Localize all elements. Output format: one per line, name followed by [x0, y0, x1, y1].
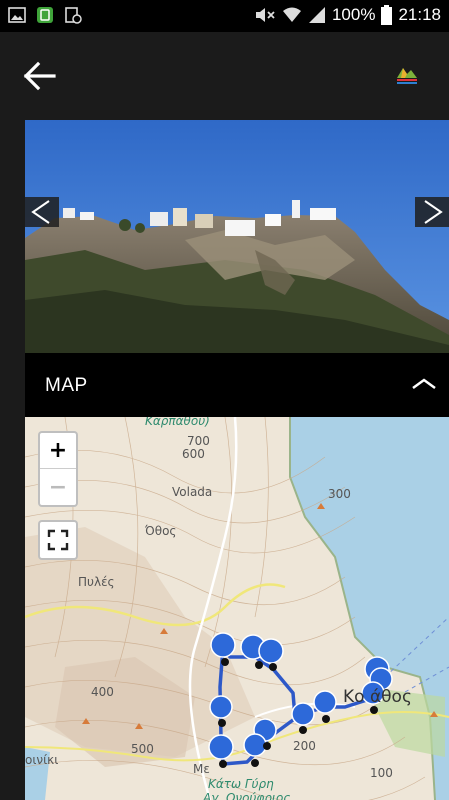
map-view[interactable]: Καρπάθου) 700 600 300 Volada Όθος Πυλές … [25, 417, 449, 800]
next-photo-button[interactable] [415, 197, 449, 227]
map-label-100: 100 [370, 766, 393, 780]
wifi-icon [282, 7, 301, 22]
battery-icon [381, 5, 393, 25]
status-bar: 100% 21:18 [0, 0, 449, 32]
map-label-volada: Volada [172, 485, 213, 499]
app-notification-icon [37, 7, 53, 23]
app-logo-icon [397, 68, 417, 84]
map-section-title: MAP [45, 375, 88, 396]
map-section-header[interactable]: MAP [25, 353, 449, 417]
fullscreen-icon [47, 529, 69, 551]
chevron-up-icon [412, 378, 436, 390]
map-label-kato-gyri: Κάτω Γύρη [208, 777, 274, 791]
collapse-map-button[interactable] [409, 371, 439, 397]
map-label-pyles: Πυλές [78, 575, 115, 589]
battery-percent: 100% [331, 5, 376, 24]
map-label-kostathos: Κο άθος [343, 687, 412, 707]
map-label-400: 400 [91, 685, 114, 699]
village-cliff-image [25, 120, 449, 353]
gallery-notification-icon [8, 7, 26, 23]
map-label-road-karpathou: Καρπάθου) [145, 417, 210, 428]
prev-photo-button[interactable] [25, 197, 59, 227]
zoom-in-button[interactable]: + [40, 433, 76, 469]
map-tiles [25, 417, 449, 800]
gallery-photo[interactable] [25, 120, 449, 353]
map-label-600: 600 [182, 447, 205, 461]
notification-icons [8, 6, 82, 24]
map-label-orini: οινίκι [25, 753, 59, 767]
clock: 21:18 [398, 5, 441, 24]
map-label-500: 500 [131, 742, 154, 756]
app-bar [0, 32, 449, 120]
mute-icon [255, 8, 275, 22]
map-label-300: 300 [328, 487, 351, 501]
map-label-200: 200 [293, 739, 316, 753]
arrow-left-icon [23, 61, 56, 91]
chevron-left-icon [31, 200, 50, 224]
back-button[interactable] [22, 60, 58, 92]
content-card: MAP Καρπάθου) 700 600 300 Volada Όθος Πυ… [25, 120, 449, 800]
map-label-othos: Όθος [145, 524, 177, 538]
chevron-right-icon [424, 200, 443, 224]
zoom-control: + − [38, 431, 78, 507]
map-label-700: 700 [187, 434, 210, 448]
system-status: 100% 21:18 [254, 5, 441, 25]
map-label-menetes: Με [193, 762, 210, 776]
zoom-out-button[interactable]: − [40, 469, 76, 505]
map-label-ag-onufrios: Αγ. Ονούφριος [203, 791, 291, 800]
screenshot-notification-icon [65, 7, 82, 24]
signal-icon [308, 7, 325, 23]
fullscreen-button[interactable] [38, 520, 78, 560]
